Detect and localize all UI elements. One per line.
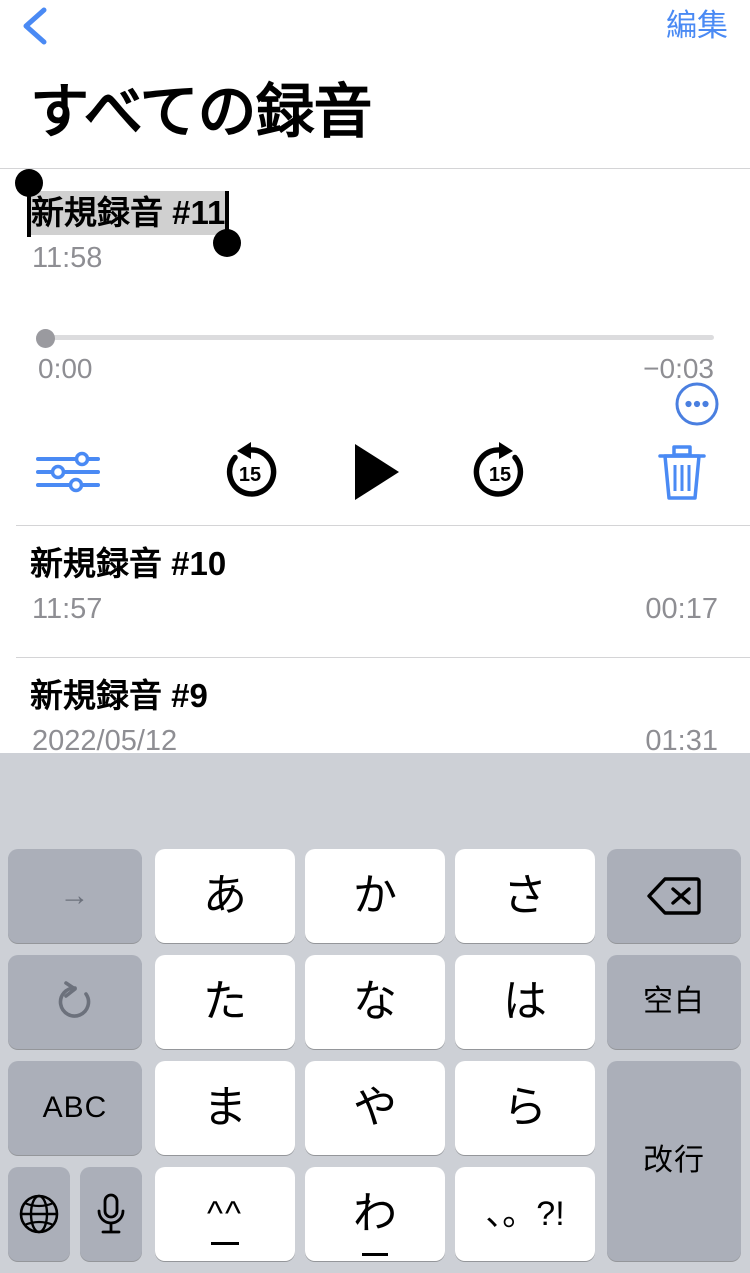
scrubber-knob[interactable]	[36, 329, 55, 348]
page-title: すべての録音	[30, 79, 373, 145]
delete-icon	[647, 877, 701, 915]
key-cursor-right[interactable]: →	[8, 849, 142, 943]
skip-back-15-icon: 15	[226, 442, 277, 497]
key-delete[interactable]	[607, 849, 741, 943]
key-return[interactable]: 改行	[607, 1061, 741, 1261]
key-wa[interactable]: わ	[305, 1167, 445, 1261]
skip-forward-15-button[interactable]: 15	[455, 435, 545, 509]
recording-date: 11:57	[32, 593, 103, 625]
edit-recording-button[interactable]	[28, 435, 108, 509]
sliders-icon	[36, 451, 100, 493]
edit-button[interactable]: 編集	[666, 6, 728, 46]
navigation-bar: 編集	[0, 0, 750, 62]
key-space[interactable]: 空白	[607, 955, 741, 1049]
recording-title: 新規録音 #10	[30, 545, 227, 582]
recording-title-edit-container[interactable]: 新規録音 #11	[15, 169, 242, 257]
delete-button[interactable]	[642, 435, 722, 509]
list-item[interactable]: 新規録音 #10 11:57 00:17	[0, 526, 750, 657]
keyboard-keys: → あ か さ た な は 空白 ABC ま や ら 改行 ^^ わ 、。?!	[0, 849, 750, 1273]
playback-position-label: 0:00	[38, 353, 93, 384]
key-ya[interactable]: や	[305, 1061, 445, 1155]
play-button[interactable]	[330, 435, 420, 509]
keyboard-suggestion-bar[interactable]	[0, 753, 750, 849]
selection-handle-left[interactable]	[15, 169, 43, 197]
selection-handle-right[interactable]	[213, 229, 242, 257]
trash-icon	[658, 445, 706, 500]
play-icon	[355, 444, 399, 500]
more-options-button[interactable]	[674, 381, 720, 427]
key-ha[interactable]: は	[455, 955, 595, 1049]
key-ta[interactable]: た	[155, 955, 295, 1049]
key-ka[interactable]: か	[305, 849, 445, 943]
recording-time: 11:58	[32, 242, 103, 274]
transport-controls: 15 15	[0, 435, 750, 515]
wa-label: わ	[353, 1189, 397, 1238]
playback-scrubber[interactable]	[36, 329, 714, 348]
playback-remaining-label: −0:03	[643, 353, 714, 384]
recording-title: 新規録音 #9	[30, 677, 208, 714]
kaomoji-label: ^^	[207, 1195, 243, 1233]
expanded-recording-row[interactable]: 新規録音 #11 11:58 0:00 −0:03 15 15	[0, 169, 750, 525]
key-globe[interactable]	[8, 1167, 70, 1261]
key-abc[interactable]: ABC	[8, 1061, 142, 1155]
key-ra[interactable]: ら	[455, 1061, 595, 1155]
key-sa[interactable]: さ	[455, 849, 595, 943]
key-ma[interactable]: ま	[155, 1061, 295, 1155]
key-kaomoji[interactable]: ^^	[155, 1167, 295, 1261]
svg-text:15: 15	[489, 464, 511, 486]
wa-underline	[362, 1253, 388, 1256]
microphone-icon	[97, 1193, 125, 1234]
selection-caret-left[interactable]	[27, 191, 31, 237]
ellipsis-circle-icon	[675, 382, 719, 426]
back-button[interactable]	[18, 4, 58, 48]
arrow-right-icon: →	[59, 879, 91, 912]
recording-duration: 00:17	[645, 593, 718, 625]
japanese-keyboard: → あ か さ た な は 空白 ABC ま や ら 改行 ^^ わ 、。?!	[0, 753, 750, 1273]
undo-icon	[58, 981, 91, 1018]
skip-forward-15-icon: 15	[473, 442, 524, 497]
recordings-list: 新規録音 #11 11:58 0:00 −0:03 15 15 新規録音 #10…	[0, 168, 750, 789]
scrubber-track[interactable]	[36, 335, 714, 340]
chevron-left-icon	[23, 7, 47, 45]
key-undo[interactable]	[8, 955, 142, 1049]
globe-icon	[19, 1194, 59, 1234]
key-na[interactable]: な	[305, 955, 445, 1049]
recording-title-input[interactable]: 新規録音 #11	[30, 191, 227, 235]
skip-back-15-button[interactable]: 15	[205, 435, 295, 509]
key-a[interactable]: あ	[155, 849, 295, 943]
kaomoji-underline	[210, 1242, 239, 1245]
svg-text:15: 15	[239, 464, 261, 486]
key-dictation[interactable]	[80, 1167, 142, 1261]
key-punctuation[interactable]: 、。?!	[455, 1167, 595, 1261]
